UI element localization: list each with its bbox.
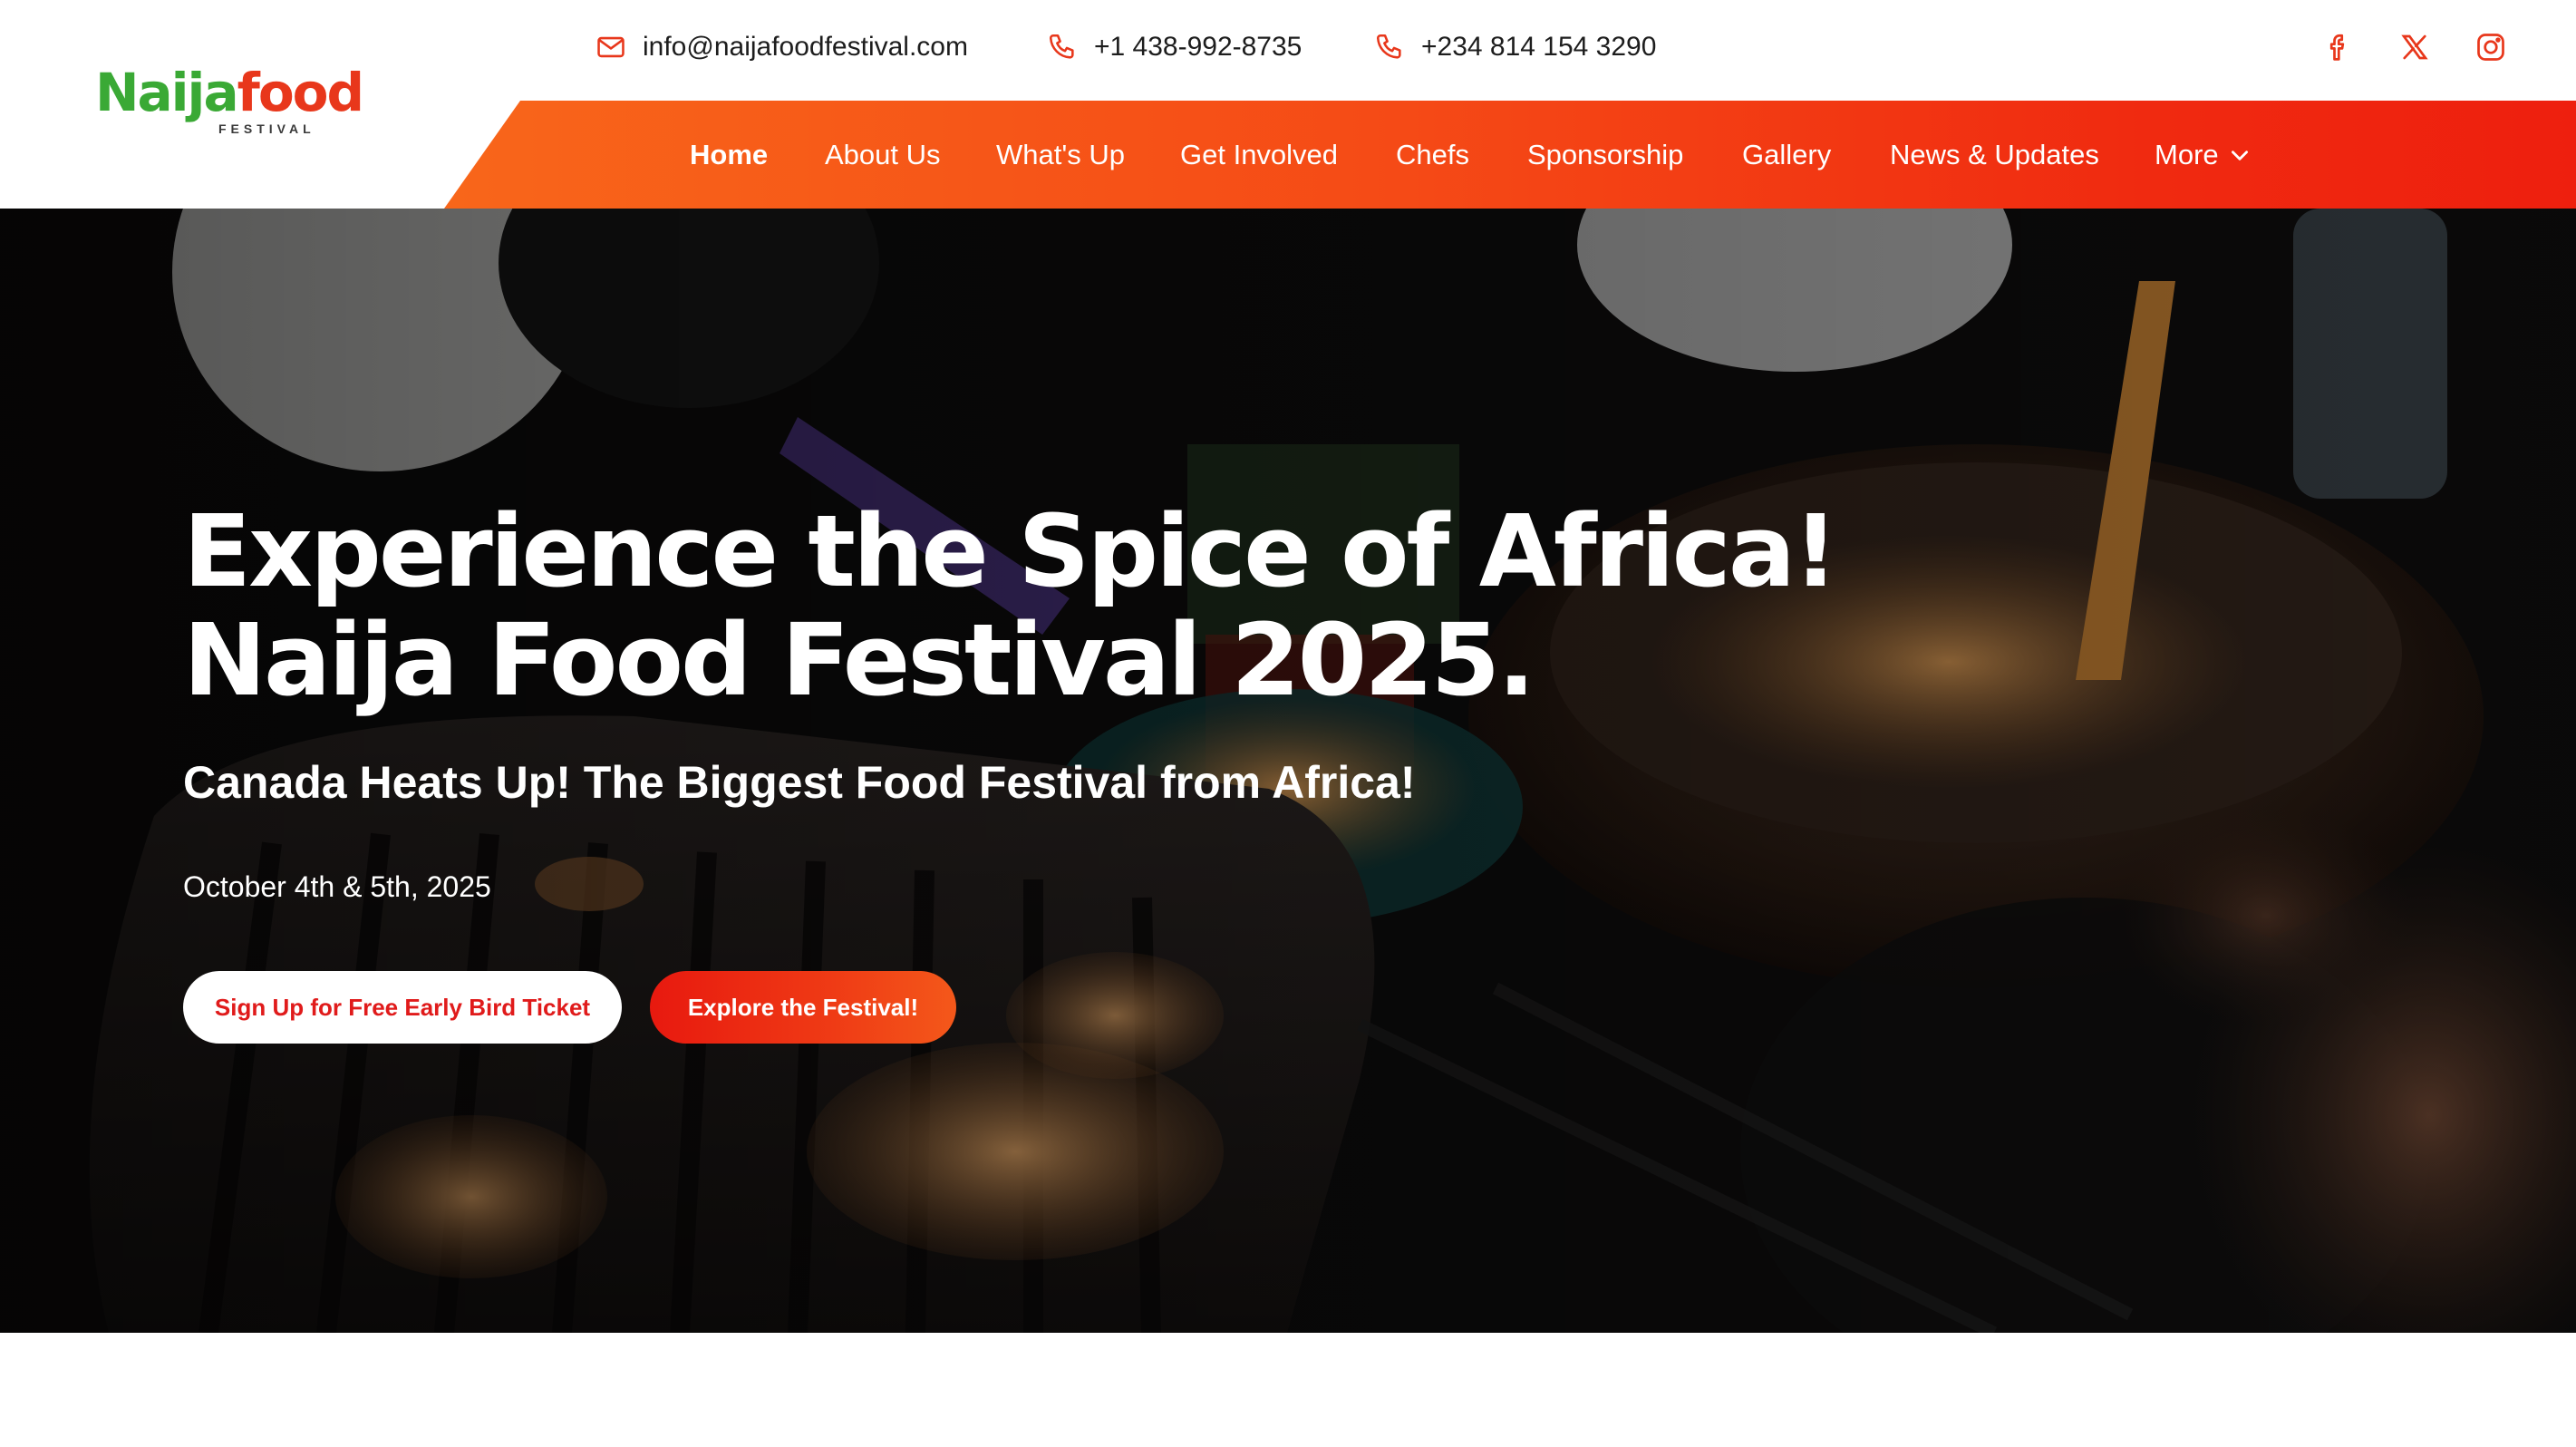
- hero-title-line-1: Experience the Spice of Africa!: [183, 493, 1838, 609]
- mail-icon: [597, 36, 625, 58]
- nav-about-us[interactable]: About Us: [825, 101, 941, 209]
- hero-date: October 4th & 5th, 2025: [183, 870, 491, 903]
- chevron-down-icon: [2231, 150, 2248, 160]
- nav-whats-up[interactable]: What's Up: [996, 101, 1125, 209]
- instagram-link[interactable]: [2471, 27, 2511, 67]
- nav-get-involved[interactable]: Get Involved: [1180, 101, 1338, 209]
- hero-title: Experience the Spice of Africa! Naija Fo…: [183, 493, 1838, 718]
- phone-contact-nigeria[interactable]: +234 814 154 3290: [1374, 27, 1656, 67]
- logo-wordmark: Naijafood: [95, 62, 364, 123]
- sign-up-early-bird-button[interactable]: Sign Up for Free Early Bird Ticket: [183, 971, 622, 1044]
- x-icon: [2401, 34, 2428, 60]
- main-nav: Home About Us What's Up Get Involved Che…: [444, 101, 2576, 209]
- nav-home[interactable]: Home: [690, 101, 768, 209]
- facebook-link[interactable]: [2319, 27, 2358, 67]
- nav-more-label: More: [2155, 139, 2219, 170]
- email-contact[interactable]: info@naijafoodfestival.com: [596, 27, 968, 67]
- nav-chefs[interactable]: Chefs: [1396, 101, 1469, 209]
- phone-text-canada: +1 438-992-8735: [1094, 32, 1303, 62]
- nav-news-updates[interactable]: News & Updates: [1890, 101, 2099, 209]
- explore-festival-button[interactable]: Explore the Festival!: [650, 971, 956, 1044]
- facebook-icon: [2329, 34, 2345, 61]
- phone-text-nigeria: +234 814 154 3290: [1421, 32, 1657, 62]
- instagram-icon: [2477, 34, 2504, 61]
- x-link[interactable]: [2395, 27, 2435, 67]
- phone-icon: [1376, 34, 1401, 59]
- logo[interactable]: Naijafood FESTIVAL: [95, 60, 364, 143]
- nav-sponsorship[interactable]: Sponsorship: [1527, 101, 1683, 209]
- top-bar: Naijafood FESTIVAL info@naijafoodfestiva…: [0, 0, 2576, 136]
- nav-gallery[interactable]: Gallery: [1742, 101, 1831, 209]
- logo-subtitle: FESTIVAL: [218, 121, 315, 136]
- hero-title-line-2: Naija Food Festival 2025.: [183, 602, 1535, 718]
- phone-contact-canada[interactable]: +1 438-992-8735: [1047, 27, 1302, 67]
- email-text: info@naijafoodfestival.com: [643, 32, 968, 62]
- phone-icon: [1049, 34, 1074, 59]
- hero-subtitle: Canada Heats Up! The Biggest Food Festiv…: [183, 757, 1416, 808]
- nav-more[interactable]: More: [2155, 101, 2252, 209]
- hero-section: Experience the Spice of Africa! Naija Fo…: [0, 209, 2576, 1333]
